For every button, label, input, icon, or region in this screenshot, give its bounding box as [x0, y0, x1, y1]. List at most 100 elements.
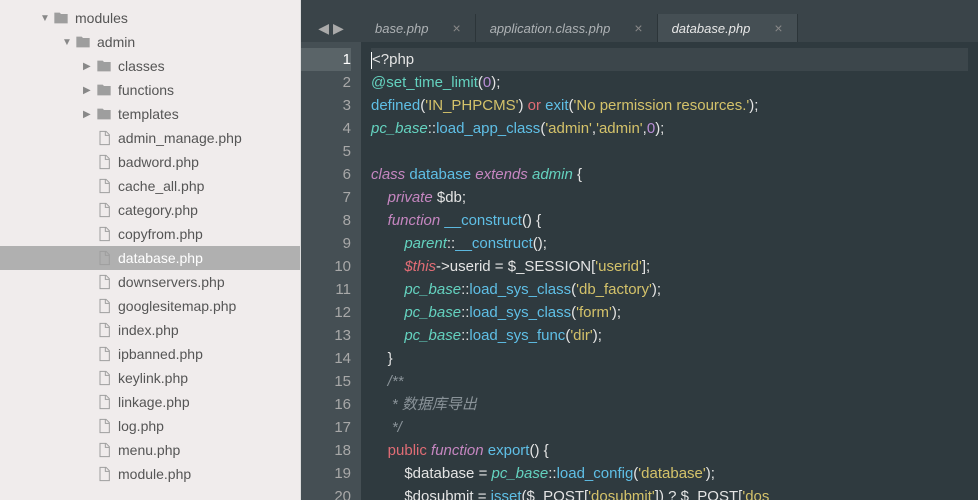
folder-modules[interactable]: ▼ modules: [0, 6, 300, 30]
disclosure-arrow-icon[interactable]: ▶: [83, 61, 93, 72]
line-number: 6: [301, 163, 351, 186]
file-menu-php[interactable]: menu.php: [0, 438, 300, 462]
line-number: 5: [301, 140, 351, 163]
file-icon: [96, 250, 112, 266]
tab-database-php[interactable]: database.php ×: [658, 14, 798, 42]
file-downservers-php[interactable]: downservers.php: [0, 270, 300, 294]
line-number: 10: [301, 255, 351, 278]
disclosure-arrow-icon[interactable]: ▶: [83, 109, 93, 120]
nav-back-icon[interactable]: ◀: [318, 20, 329, 37]
close-icon[interactable]: ×: [634, 20, 642, 36]
code-line[interactable]: [371, 140, 968, 163]
folder-icon: [96, 82, 112, 98]
code-line[interactable]: $this->userid = $_SESSION['userid'];: [371, 255, 968, 278]
code-line[interactable]: /**: [371, 370, 968, 393]
code-area[interactable]: 1234567891011121314151617181920 <?php@se…: [301, 42, 978, 500]
code-line[interactable]: <?php: [371, 48, 968, 71]
tab-application-class-php[interactable]: application.class.php×: [476, 14, 658, 42]
file-icon: [96, 226, 112, 242]
code-line[interactable]: */: [371, 416, 968, 439]
tab-label: base.php: [375, 21, 429, 36]
line-number: 18: [301, 439, 351, 462]
file-label: menu.php: [118, 442, 180, 458]
file-category-php[interactable]: category.php: [0, 198, 300, 222]
file-label: ipbanned.php: [118, 346, 203, 362]
file-label: log.php: [118, 418, 164, 434]
file-ipbanned-php[interactable]: ipbanned.php: [0, 342, 300, 366]
folder-icon: [96, 106, 112, 122]
file-cache_all-php[interactable]: cache_all.php: [0, 174, 300, 198]
file-database-php[interactable]: database.php: [0, 246, 300, 270]
file-index-php[interactable]: index.php: [0, 318, 300, 342]
code-line[interactable]: class database extends admin {: [371, 163, 968, 186]
disclosure-arrow-icon[interactable]: ▼: [62, 37, 72, 48]
file-icon: [96, 298, 112, 314]
file-linkage-php[interactable]: linkage.php: [0, 390, 300, 414]
file-label: database.php: [118, 250, 203, 266]
editor-tabs: base.php×application.class.php×database.…: [361, 14, 978, 42]
line-number: 3: [301, 94, 351, 117]
folder-admin[interactable]: ▼ admin: [0, 30, 300, 54]
code-content[interactable]: <?php@set_time_limit(0);defined('IN_PHPC…: [361, 42, 978, 500]
line-number: 9: [301, 232, 351, 255]
code-line[interactable]: pc_base::load_sys_func('dir');: [371, 324, 968, 347]
file-explorer-sidebar[interactable]: ▼modules▼admin▶classes▶functions▶templat…: [0, 0, 301, 500]
code-line[interactable]: $dosubmit = isset($_POST['dosubmit']) ? …: [371, 485, 968, 500]
code-line[interactable]: * 数据库导出: [371, 393, 968, 416]
editor-pane: ◀ ▶ base.php×application.class.php×datab…: [301, 0, 978, 500]
folder-functions[interactable]: ▶ functions: [0, 78, 300, 102]
file-log-php[interactable]: log.php: [0, 414, 300, 438]
disclosure-arrow-icon[interactable]: ▶: [83, 85, 93, 96]
code-line[interactable]: pc_base::load_app_class('admin','admin',…: [371, 117, 968, 140]
line-number: 4: [301, 117, 351, 140]
line-number: 15: [301, 370, 351, 393]
folder-classes[interactable]: ▶classes: [0, 54, 300, 78]
line-number: 16: [301, 393, 351, 416]
nav-forward-icon[interactable]: ▶: [333, 20, 344, 37]
nav-arrows: ◀ ▶: [301, 20, 361, 37]
file-label: index.php: [118, 322, 179, 338]
file-module-php[interactable]: module.php: [0, 462, 300, 486]
file-label: linkage.php: [118, 394, 190, 410]
code-line[interactable]: $database = pc_base::load_config('databa…: [371, 462, 968, 485]
code-line[interactable]: defined('IN_PHPCMS') or exit('No permiss…: [371, 94, 968, 117]
file-icon: [96, 442, 112, 458]
folder-label: modules: [75, 10, 128, 26]
tab-label: database.php: [672, 21, 751, 36]
line-number: 20: [301, 485, 351, 500]
file-googlesitemap-php[interactable]: googlesitemap.php: [0, 294, 300, 318]
code-line[interactable]: @set_time_limit(0);: [371, 71, 968, 94]
close-icon[interactable]: ×: [453, 20, 461, 36]
file-label: cache_all.php: [118, 178, 204, 194]
file-copyfrom-php[interactable]: copyfrom.php: [0, 222, 300, 246]
line-number: 13: [301, 324, 351, 347]
file-icon: [96, 418, 112, 434]
code-line[interactable]: parent::__construct();: [371, 232, 968, 255]
close-icon[interactable]: ×: [774, 20, 782, 36]
file-admin_manage-php[interactable]: admin_manage.php: [0, 126, 300, 150]
disclosure-arrow-icon[interactable]: ▼: [40, 13, 50, 24]
code-line[interactable]: function __construct() {: [371, 209, 968, 232]
file-label: category.php: [118, 202, 198, 218]
file-label: copyfrom.php: [118, 226, 203, 242]
folder-icon: [53, 10, 69, 26]
file-label: googlesitemap.php: [118, 298, 236, 314]
folder-templates[interactable]: ▶templates: [0, 102, 300, 126]
folder-icon: [75, 34, 91, 50]
tab-base-php[interactable]: base.php ×: [361, 14, 476, 42]
code-line[interactable]: pc_base::load_sys_class('form');: [371, 301, 968, 324]
code-line[interactable]: pc_base::load_sys_class('db_factory');: [371, 278, 968, 301]
code-line[interactable]: private $db;: [371, 186, 968, 209]
code-line[interactable]: public function export() {: [371, 439, 968, 462]
code-line[interactable]: }: [371, 347, 968, 370]
file-badword-php[interactable]: badword.php: [0, 150, 300, 174]
file-keylink-php[interactable]: keylink.php: [0, 366, 300, 390]
file-icon: [96, 130, 112, 146]
folder-label: functions: [118, 82, 174, 98]
line-number: 2: [301, 71, 351, 94]
line-number: 19: [301, 462, 351, 485]
file-label: downservers.php: [118, 274, 225, 290]
file-icon: [96, 346, 112, 362]
file-icon: [96, 178, 112, 194]
folder-label: admin: [97, 34, 135, 50]
